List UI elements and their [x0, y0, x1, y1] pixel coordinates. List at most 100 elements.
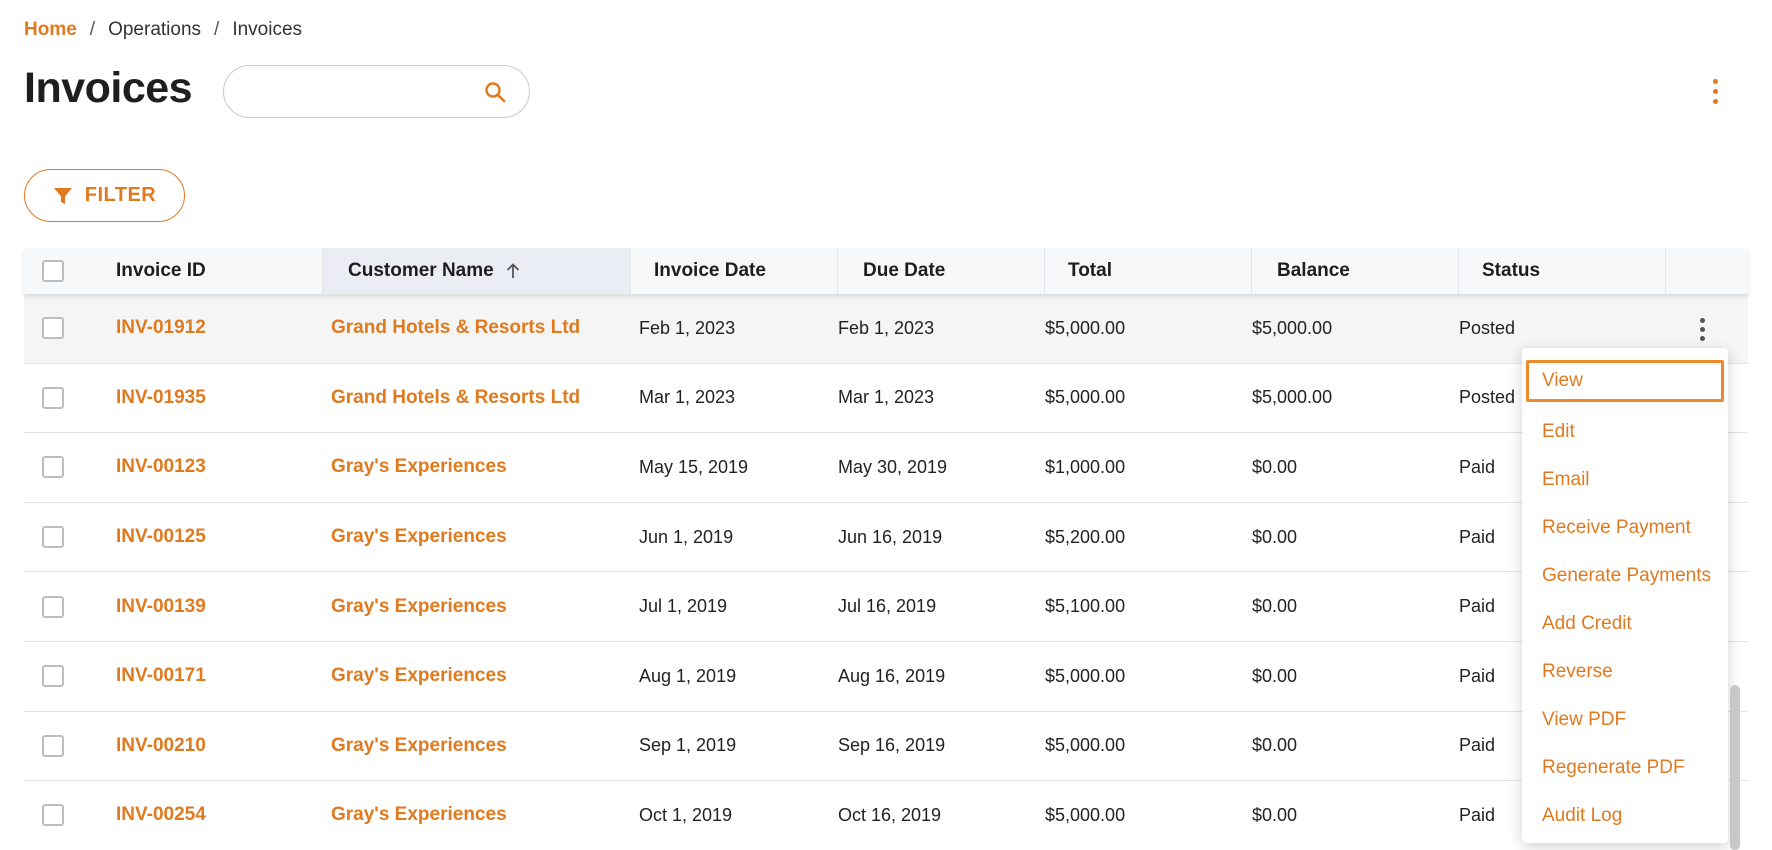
due-date: Feb 1, 2023 [838, 317, 935, 338]
invoice-id-link[interactable]: INV-00254 [116, 781, 323, 850]
invoice-id-link[interactable]: INV-01912 [116, 294, 323, 363]
balance: $0.00 [1252, 804, 1298, 825]
table-body: INV-01912 Grand Hotels & Resorts Ltd Feb… [24, 294, 1748, 850]
customer-name-link[interactable]: Gray's Experiences [323, 433, 631, 502]
page-more-options-icon[interactable] [1700, 76, 1730, 106]
row-checkbox[interactable] [42, 526, 64, 549]
header-invoice-date[interactable]: Invoice Date [631, 248, 838, 294]
balance: $0.00 [1252, 735, 1298, 756]
customer-name-link[interactable]: Gray's Experiences [323, 781, 631, 850]
header-label: Due Date [863, 260, 946, 281]
table-row[interactable]: INV-00125 Gray's Experiences Jun 1, 2019… [24, 503, 1748, 573]
menu-item-edit[interactable]: Edit [1526, 408, 1724, 456]
customer-name-link[interactable]: Gray's Experiences [323, 712, 631, 781]
due-date: Oct 16, 2019 [838, 804, 942, 825]
header-balance[interactable]: Balance [1252, 248, 1459, 294]
row-checkbox[interactable] [42, 456, 64, 479]
breadcrumb-home-link[interactable]: Home [24, 19, 77, 41]
menu-item-regenerate-pdf[interactable]: Regenerate PDF [1526, 744, 1724, 792]
row-checkbox[interactable] [42, 317, 64, 340]
breadcrumb-separator: / [214, 19, 220, 40]
due-date: Sep 16, 2019 [838, 735, 946, 756]
table-row[interactable]: INV-00139 Gray's Experiences Jul 1, 2019… [24, 572, 1748, 642]
row-checkbox[interactable] [42, 595, 64, 618]
total: $5,000.00 [1045, 665, 1126, 686]
customer-name-link[interactable]: Gray's Experiences [323, 642, 631, 711]
breadcrumb-separator: / [89, 19, 96, 40]
row-checkbox[interactable] [42, 386, 64, 409]
search-input[interactable] [246, 78, 476, 106]
menu-item-reverse[interactable]: Reverse [1526, 648, 1724, 696]
table-row[interactable]: INV-00210 Gray's Experiences Sep 1, 2019… [24, 712, 1748, 782]
filter-icon [53, 187, 72, 204]
table-row[interactable]: INV-00254 Gray's Experiences Oct 1, 2019… [24, 781, 1748, 850]
customer-name-link[interactable]: Gray's Experiences [323, 503, 631, 572]
header-invoice-id[interactable]: Invoice ID [116, 248, 323, 294]
row-more-options-icon[interactable] [1687, 314, 1717, 344]
invoice-id-link[interactable]: INV-00139 [116, 572, 323, 641]
header-total[interactable]: Total [1045, 248, 1252, 294]
table-header: Invoice ID Customer Name Invoice Date Du… [24, 248, 1748, 294]
invoice-date: Mar 1, 2023 [639, 387, 736, 408]
row-checkbox[interactable] [42, 734, 64, 757]
row-checkbox[interactable] [42, 665, 64, 688]
page-title: Invoices [24, 64, 193, 112]
header-label: Status [1482, 260, 1541, 281]
invoice-id-link[interactable]: INV-00125 [116, 503, 323, 572]
header-due-date[interactable]: Due Date [838, 248, 1045, 294]
balance: $0.00 [1252, 526, 1298, 547]
balance: $0.00 [1252, 665, 1298, 686]
due-date: Aug 16, 2019 [838, 665, 946, 686]
breadcrumb-current: Invoices [232, 19, 303, 40]
balance: $5,000.00 [1252, 317, 1333, 338]
due-date: May 30, 2019 [838, 456, 948, 477]
table-row[interactable]: INV-01912 Grand Hotels & Resorts Ltd Feb… [24, 294, 1748, 364]
menu-item-add-credit[interactable]: Add Credit [1526, 600, 1724, 648]
customer-name-link[interactable]: Grand Hotels & Resorts Ltd [323, 294, 631, 363]
filter-button[interactable]: FILTER [24, 169, 185, 222]
total: $5,200.00 [1045, 526, 1126, 547]
balance: $0.00 [1252, 456, 1298, 477]
table-row[interactable]: INV-00123 Gray's Experiences May 15, 201… [24, 433, 1748, 503]
header-label: Invoice Date [654, 260, 766, 281]
menu-item-generate-payments[interactable]: Generate Payments [1526, 552, 1724, 600]
breadcrumb-operations[interactable]: Operations [108, 19, 201, 41]
total: $1,000.00 [1045, 456, 1126, 477]
invoice-id-link[interactable]: INV-00171 [116, 642, 323, 711]
table-row[interactable]: INV-01935 Grand Hotels & Resorts Ltd Mar… [24, 364, 1748, 434]
row-checkbox[interactable] [42, 804, 64, 827]
header-label: Total [1068, 260, 1112, 281]
invoice-date: Oct 1, 2019 [639, 804, 733, 825]
total: $5,000.00 [1045, 804, 1126, 825]
due-date: Jul 16, 2019 [838, 596, 937, 617]
invoice-id-link[interactable]: INV-00210 [116, 712, 323, 781]
menu-item-audit-log[interactable]: Audit Log [1526, 792, 1724, 840]
header-label: Balance [1277, 260, 1350, 281]
total: $5,000.00 [1045, 317, 1126, 338]
invoice-date: Aug 1, 2019 [639, 665, 737, 686]
balance: $0.00 [1252, 596, 1298, 617]
total: $5,100.00 [1045, 596, 1126, 617]
header-status[interactable]: Status [1459, 248, 1666, 294]
header-customer-name[interactable]: Customer Name [323, 248, 631, 294]
select-all-checkbox[interactable] [42, 260, 64, 282]
invoice-date: Jul 1, 2019 [639, 596, 728, 617]
search-icon[interactable] [483, 80, 507, 104]
menu-item-receive-payment[interactable]: Receive Payment [1526, 504, 1724, 552]
search-box [223, 65, 530, 118]
invoice-id-link[interactable]: INV-00123 [116, 433, 323, 502]
customer-name-link[interactable]: Grand Hotels & Resorts Ltd [323, 364, 631, 433]
table-scrollbar-thumb[interactable] [1730, 685, 1740, 850]
customer-name-link[interactable]: Gray's Experiences [323, 572, 631, 641]
filter-button-label: FILTER [84, 184, 157, 206]
invoice-id-link[interactable]: INV-01935 [116, 364, 323, 433]
menu-item-email[interactable]: Email [1526, 456, 1724, 504]
menu-item-view[interactable]: View [1526, 360, 1724, 402]
invoice-date: Sep 1, 2019 [639, 735, 737, 756]
balance: $5,000.00 [1252, 387, 1333, 408]
due-date: Mar 1, 2023 [838, 387, 935, 408]
sort-ascending-icon[interactable] [504, 262, 522, 280]
table-row[interactable]: INV-00171 Gray's Experiences Aug 1, 2019… [24, 642, 1748, 712]
total: $5,000.00 [1045, 735, 1126, 756]
menu-item-view-pdf[interactable]: View PDF [1526, 696, 1724, 744]
